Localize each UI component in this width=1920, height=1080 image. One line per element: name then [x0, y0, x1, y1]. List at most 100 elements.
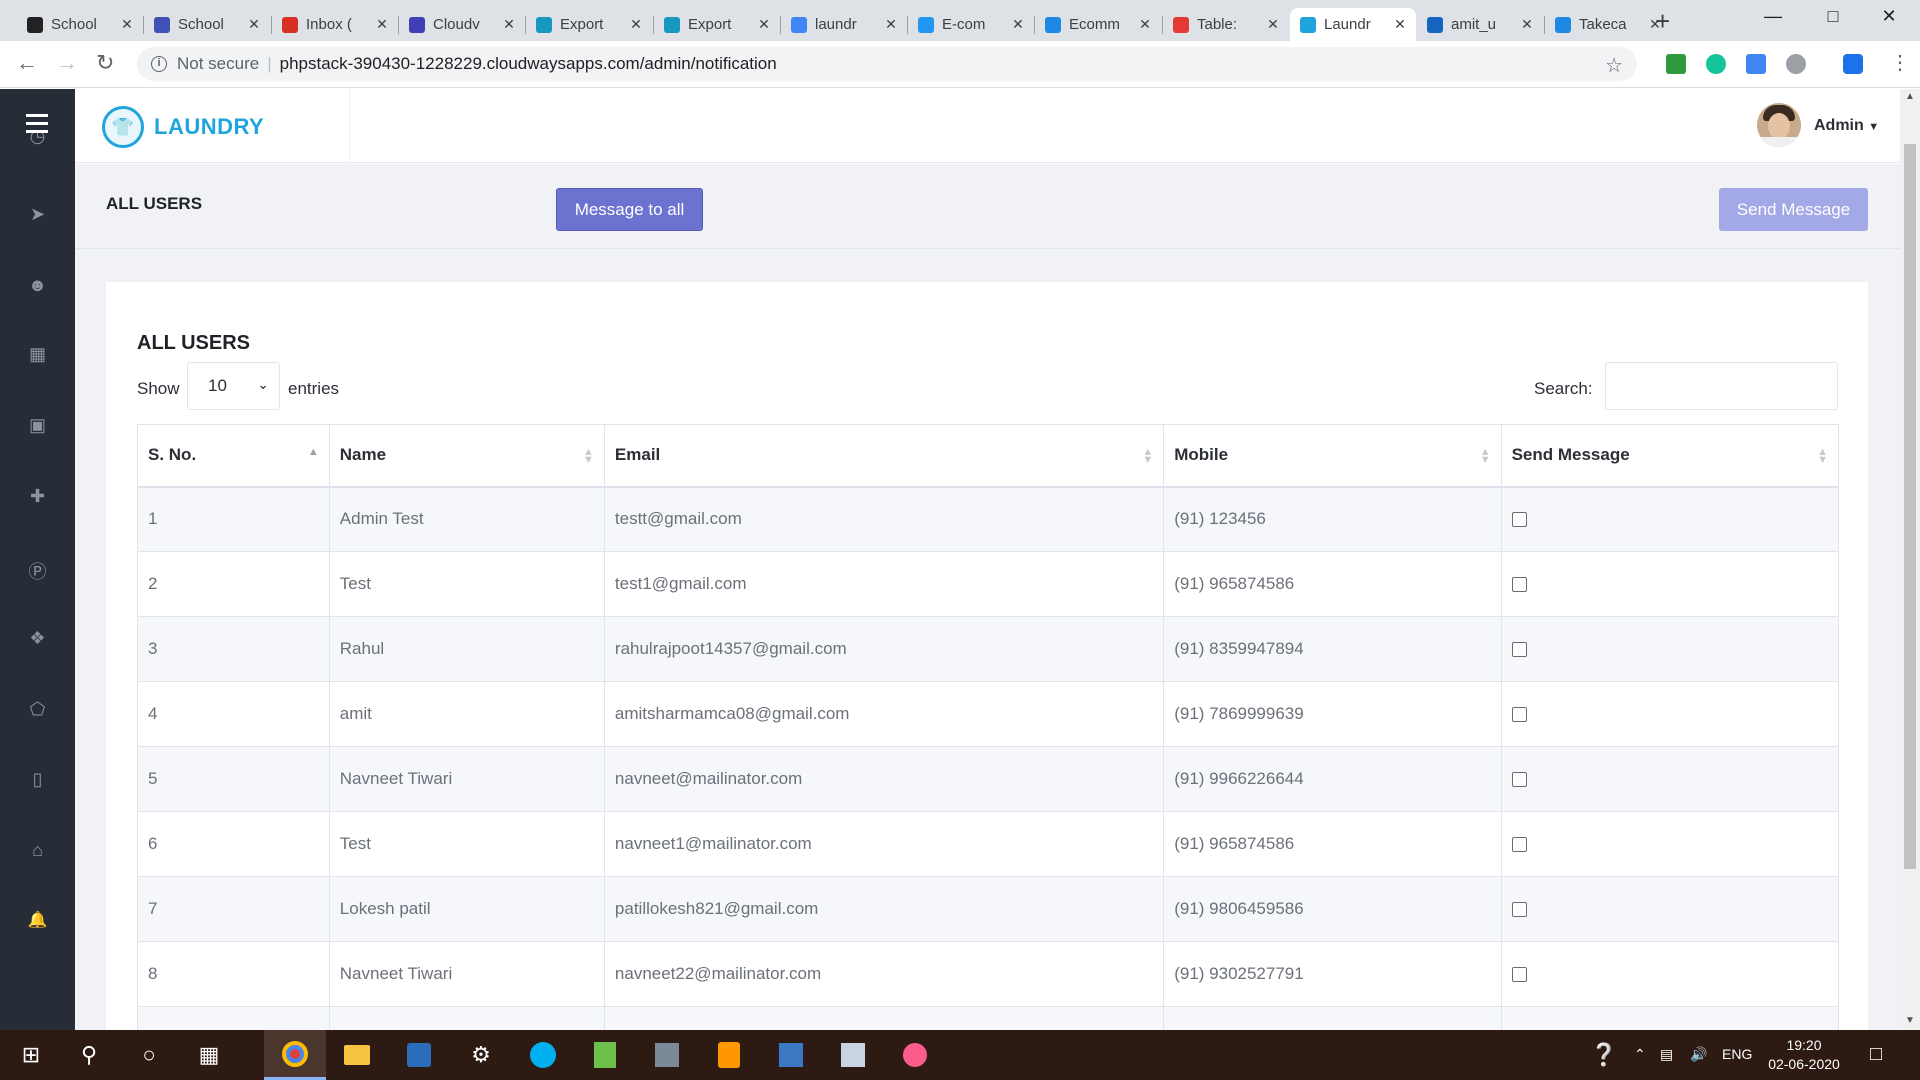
close-tab-icon[interactable]: ✕	[883, 16, 899, 33]
send-message-checkbox[interactable]	[1511, 512, 1527, 528]
gift-icon[interactable]: ❖	[0, 628, 75, 649]
close-tab-icon[interactable]: ✕	[1519, 16, 1535, 33]
scroll-up-icon[interactable]: ▲	[1905, 91, 1915, 102]
send-message-checkbox[interactable]	[1511, 902, 1527, 918]
info-icon[interactable]: i	[151, 56, 167, 72]
browser-tab[interactable]: amit_u ✕	[1417, 8, 1543, 41]
browser-tab[interactable]: Export ✕	[526, 8, 652, 41]
browser-tab[interactable]: Inbox (✕	[272, 8, 398, 41]
close-tab-icon[interactable]: ✕	[1392, 16, 1408, 33]
brand[interactable]: 👕 LAUNDRY	[75, 89, 350, 163]
minimize-button[interactable]: —	[1750, 6, 1796, 27]
chrome-taskbar-icon[interactable]	[264, 1030, 326, 1080]
column-header-email[interactable]: Email ▲ ▼	[603, 424, 1165, 488]
user-icon[interactable]: ☻	[0, 275, 75, 296]
close-tab-icon[interactable]: ✕	[1010, 16, 1026, 33]
file-explorer-icon[interactable]	[326, 1030, 388, 1080]
editor-icon[interactable]	[822, 1030, 884, 1080]
clock[interactable]: 19:20 02-06-2020	[1764, 1036, 1844, 1074]
windows-start-icon[interactable]: ⊞	[0, 1030, 62, 1080]
network-app-icon[interactable]	[636, 1030, 698, 1080]
browser-tab[interactable]: Ecomm ✕	[1035, 8, 1161, 41]
translate-icon[interactable]	[1746, 54, 1766, 74]
maximize-button[interactable]: □	[1810, 6, 1856, 27]
notifications-icon[interactable]: □	[1870, 1043, 1882, 1066]
send-message-checkbox[interactable]	[1511, 967, 1527, 983]
chevron-up-icon[interactable]: ⌃	[1634, 1046, 1646, 1063]
url-text[interactable]: phpstack-390430-1228229.cloudwaysapps.co…	[280, 54, 777, 74]
avatar[interactable]	[1757, 103, 1801, 147]
grammarly-icon[interactable]	[1706, 54, 1726, 74]
browser-tab[interactable]: Export ✕	[654, 8, 780, 41]
browser-tab[interactable]: Laundr ✕	[1290, 8, 1416, 41]
browser-tab[interactable]: School ✕	[144, 8, 270, 41]
send-message-checkbox[interactable]	[1511, 577, 1527, 593]
message-to-all-button[interactable]: Message to all	[556, 188, 703, 231]
add-user-icon[interactable]: ✚	[0, 486, 75, 507]
skype-icon[interactable]	[512, 1030, 574, 1080]
bookmark-star-icon[interactable]: ☆	[1605, 53, 1623, 78]
send-message-button[interactable]: Send Message	[1719, 188, 1868, 231]
network-icon[interactable]: ▤	[1660, 1046, 1673, 1063]
scroll-down-icon[interactable]: ▼	[1905, 1015, 1915, 1026]
cortana-icon[interactable]: ○	[118, 1030, 180, 1080]
notepad-icon[interactable]	[574, 1030, 636, 1080]
browser-tab[interactable]: laundr ✕	[781, 8, 907, 41]
ad-icon[interactable]: ▣	[0, 415, 75, 436]
browser-tab[interactable]: E-com ✕	[908, 8, 1034, 41]
hamburger-menu-icon[interactable]	[26, 114, 48, 133]
table-icon[interactable]: ▦	[0, 344, 75, 365]
close-tab-icon[interactable]: ✕	[1265, 16, 1281, 33]
close-window-button[interactable]: ✕	[1866, 6, 1912, 27]
itunes-icon[interactable]	[884, 1030, 946, 1080]
lync-icon[interactable]	[388, 1030, 450, 1080]
settings-gear-icon[interactable]: ⚙	[450, 1030, 512, 1080]
close-tab-icon[interactable]: ✕	[756, 16, 772, 33]
browser-tab[interactable]: Takeca ✕	[1545, 8, 1671, 41]
mobile-icon[interactable]: ▯	[0, 769, 75, 790]
extension-tv-icon[interactable]	[1666, 54, 1686, 74]
close-tab-icon[interactable]: ✕	[246, 16, 262, 33]
close-tab-icon[interactable]: ✕	[501, 16, 517, 33]
sublime-text-icon[interactable]	[698, 1030, 760, 1080]
send-message-checkbox[interactable]	[1511, 837, 1527, 853]
reload-icon[interactable]: ↻	[96, 50, 114, 76]
close-tab-icon[interactable]: ✕	[1137, 16, 1153, 33]
address-bar[interactable]: i Not secure | phpstack-390430-1228229.c…	[137, 47, 1637, 81]
scrollbar-thumb[interactable]	[1904, 144, 1916, 869]
parking-icon[interactable]: Ⓟ	[0, 558, 75, 584]
task-view-icon[interactable]: ▦	[178, 1030, 240, 1080]
column-header-sno[interactable]: S. No. ▲	[137, 424, 330, 488]
new-tab-button[interactable]: +	[1655, 6, 1670, 37]
tag-icon[interactable]: ⬠	[0, 699, 75, 720]
column-header-send-message[interactable]: Send Message ▲ ▼	[1500, 424, 1840, 488]
cart-icon[interactable]: ⌂	[0, 840, 75, 861]
language-indicator[interactable]: ENG	[1722, 1046, 1752, 1062]
user-menu[interactable]: Admin ▼	[1814, 117, 1879, 135]
forward-icon[interactable]: →	[56, 50, 78, 76]
page-size-select[interactable]: 10 ⌄	[187, 362, 280, 410]
browser-tab[interactable]: Table: ✕	[1163, 8, 1289, 41]
back-icon[interactable]: ←	[16, 50, 38, 76]
send-message-checkbox[interactable]	[1511, 642, 1527, 658]
page-scrollbar[interactable]: ▲ ▼	[1900, 89, 1920, 1030]
close-tab-icon[interactable]: ✕	[374, 16, 390, 33]
profile-icon[interactable]	[1843, 54, 1863, 74]
close-tab-icon[interactable]: ✕	[119, 16, 135, 33]
search-icon[interactable]: ⚲	[58, 1030, 120, 1080]
browser-tab[interactable]: School ✕	[17, 8, 143, 41]
send-icon[interactable]: ➤	[0, 204, 75, 225]
column-header-name[interactable]: Name ▲ ▼	[328, 424, 605, 488]
close-tab-icon[interactable]: ✕	[628, 16, 644, 33]
volume-icon[interactable]: 🔊	[1690, 1046, 1707, 1063]
search-input[interactable]	[1605, 362, 1838, 410]
extension-icon[interactable]	[1786, 54, 1806, 74]
bell-icon[interactable]: 🔔	[0, 910, 75, 930]
send-message-checkbox[interactable]	[1511, 707, 1527, 723]
browser-tab[interactable]: Cloudv ✕	[399, 8, 525, 41]
column-header-mobile[interactable]: Mobile ▲ ▼	[1163, 424, 1502, 488]
browser-menu-icon[interactable]: ⋮	[1890, 50, 1910, 75]
remote-desktop-icon[interactable]	[760, 1030, 822, 1080]
help-icon[interactable]: ❔	[1590, 1042, 1617, 1068]
send-message-checkbox[interactable]	[1511, 772, 1527, 788]
